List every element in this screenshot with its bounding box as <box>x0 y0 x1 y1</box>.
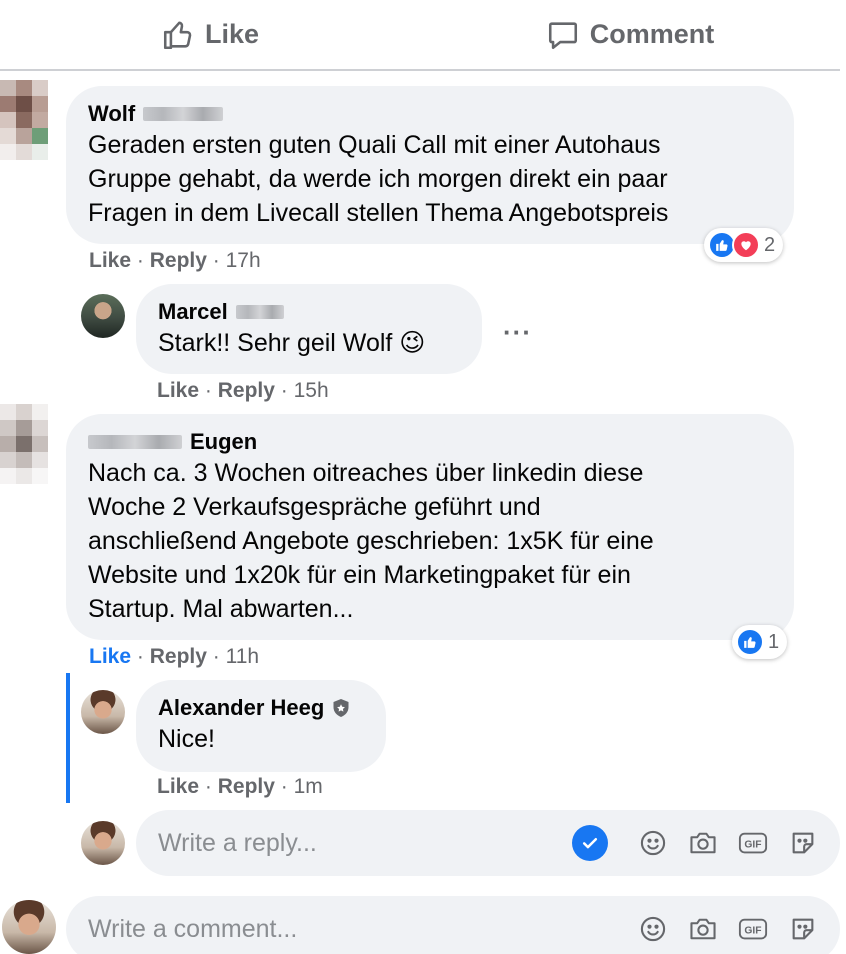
comment-author[interactable]: Alexander Heeg <box>158 694 364 722</box>
comment-bubble: Wolf Geraden ersten guten Quali Call mit… <box>66 86 794 244</box>
comment-author[interactable]: Marcel <box>158 298 460 326</box>
comment-timestamp[interactable]: 1m <box>294 775 323 798</box>
avatar[interactable] <box>0 404 56 484</box>
comment-tools: GIF <box>638 914 818 944</box>
love-reaction-icon <box>732 231 760 259</box>
reply-input[interactable] <box>158 828 572 858</box>
comment-timestamp[interactable]: 17h <box>226 249 261 272</box>
gif-icon[interactable]: GIF <box>738 914 768 944</box>
check-icon[interactable] <box>572 825 608 861</box>
avatar[interactable] <box>81 294 125 338</box>
comment-actions: Like · Reply · 1m <box>157 775 323 798</box>
comment-bubble: Alexander Heeg Nice! <box>136 680 386 772</box>
comment-text: Geraden ersten guten Quali Call mit eine… <box>88 131 669 227</box>
like-comment-link[interactable]: Like <box>157 379 199 402</box>
like-reaction-icon <box>736 628 764 656</box>
like-post-button[interactable]: Like <box>0 0 420 69</box>
emoji-icon[interactable] <box>638 914 668 944</box>
admin-shield-icon <box>333 699 349 717</box>
svg-text:GIF: GIF <box>744 926 761 937</box>
more-options-icon[interactable]: ··· <box>503 317 532 348</box>
emoji-icon[interactable] <box>638 828 668 858</box>
comment-timestamp[interactable]: 11h <box>226 645 259 668</box>
reply-thread-line <box>66 673 70 803</box>
comment-actions: Like · Reply · 15h <box>157 379 329 402</box>
avatar[interactable] <box>81 690 125 734</box>
reply-comment-link[interactable]: Reply <box>218 775 275 798</box>
like-comment-link[interactable]: Like <box>157 775 199 798</box>
comment-actions: Like · Reply · 11h <box>89 645 260 668</box>
redacted-surname <box>235 305 284 319</box>
redacted-name <box>88 435 182 449</box>
camera-icon[interactable] <box>688 828 718 858</box>
like-post-label: Like <box>204 19 260 49</box>
comment-input-box: GIF <box>66 896 840 954</box>
redacted-surname <box>143 107 224 121</box>
reply-comment-link[interactable]: Reply <box>150 645 207 668</box>
camera-icon[interactable] <box>688 914 718 944</box>
comment-post-label: Comment <box>589 19 715 49</box>
reaction-summary[interactable]: 1 <box>732 625 788 659</box>
comment-bubble-icon <box>548 21 577 49</box>
thumbs-up-icon <box>163 21 192 49</box>
reaction-count: 1 <box>768 630 780 653</box>
avatar[interactable] <box>81 821 125 865</box>
comment-post-button[interactable]: Comment <box>420 0 840 69</box>
comment-text: Nice! <box>158 725 215 753</box>
comment-author[interactable]: Eugen <box>88 428 772 456</box>
comment-input[interactable] <box>88 914 638 944</box>
sticker-icon[interactable] <box>788 828 818 858</box>
comment-timestamp[interactable]: 15h <box>294 379 329 402</box>
post-action-bar: Like Comment <box>0 0 840 71</box>
reply-tools: GIF <box>638 828 818 858</box>
reaction-summary[interactable]: 2 <box>704 228 784 262</box>
comment-author[interactable]: Wolf <box>88 100 772 128</box>
comment-text: Nach ca. 3 Wochen oitreaches über linked… <box>88 459 654 623</box>
comment-text: Stark!! Sehr geil Wolf 😉 <box>158 329 426 357</box>
reply-input-box: GIF <box>136 810 840 876</box>
avatar[interactable] <box>2 900 56 954</box>
like-comment-link[interactable]: Like <box>89 249 131 272</box>
gif-icon[interactable]: GIF <box>738 828 768 858</box>
avatar[interactable] <box>0 80 56 164</box>
reply-comment-link[interactable]: Reply <box>150 249 207 272</box>
comment-actions: Like · Reply · 17h <box>89 249 261 272</box>
reply-comment-link[interactable]: Reply <box>218 379 275 402</box>
sticker-icon[interactable] <box>788 914 818 944</box>
comment-bubble: Marcel Stark!! Sehr geil Wolf 😉 <box>136 284 482 374</box>
like-comment-link[interactable]: Like <box>89 645 131 668</box>
svg-text:GIF: GIF <box>744 840 761 851</box>
reaction-count: 2 <box>764 233 776 256</box>
comment-bubble: Eugen Nach ca. 3 Wochen oitreaches über … <box>66 414 794 640</box>
